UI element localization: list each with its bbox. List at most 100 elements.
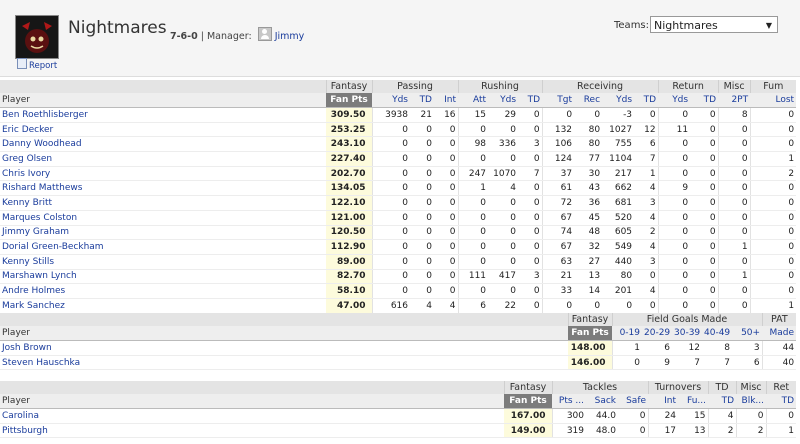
player-link[interactable]: Carolina	[0, 408, 504, 424]
column-header[interactable]: Fan Pts	[568, 326, 612, 341]
column-header[interactable]: Int	[434, 93, 459, 108]
column-header[interactable]: Blk...	[736, 394, 767, 409]
stat-cell: 0	[371, 239, 410, 255]
stat-cell: 12	[634, 122, 659, 138]
table-row: Steven Hauschka 146.00 0 9 7 7 6 40	[0, 355, 797, 371]
column-header[interactable]: 0-19	[612, 326, 642, 341]
player-link[interactable]: Marques Colston	[0, 210, 326, 226]
player-link[interactable]: Chris Ivory	[0, 166, 326, 182]
column-header[interactable]: Yds	[372, 93, 410, 108]
stat-cell: 24	[647, 408, 679, 424]
column-header[interactable]: Pts ...	[552, 394, 586, 409]
stat-cell: 0	[690, 254, 719, 270]
report-link[interactable]: Report	[17, 58, 57, 71]
group-td: TD	[707, 381, 737, 394]
column-header[interactable]: 50+	[732, 326, 763, 341]
stat-cell: 0	[657, 151, 691, 167]
teams-select[interactable]: Nightmares ▼	[650, 16, 778, 33]
stat-cell: 27	[574, 254, 603, 270]
table-row: Chris Ivory 202.70 0 0 0 247 1070 7 37 30 217 1 0 0 0 2	[0, 166, 797, 182]
column-header[interactable]: Att	[458, 93, 489, 108]
player-link[interactable]: Pittsburgh	[0, 423, 504, 439]
stat-cell: 0	[518, 239, 543, 255]
stat-cell: 0	[657, 210, 691, 226]
stat-cell: 201	[602, 283, 635, 299]
column-header[interactable]: Fu...	[678, 394, 709, 409]
stat-cell: 0	[749, 107, 797, 123]
stat-cell: 4	[707, 408, 737, 424]
chevron-down-icon: ▼	[765, 21, 772, 30]
player-link[interactable]: Josh Brown	[0, 340, 568, 356]
player-link[interactable]: Eric Decker	[0, 122, 326, 138]
stat-cell: 0	[657, 298, 691, 314]
column-header[interactable]: Sack	[586, 394, 618, 409]
player-link[interactable]: Kenny Stills	[0, 254, 326, 270]
column-header[interactable]: Safe	[618, 394, 649, 409]
column-header[interactable]: 20-29	[642, 326, 672, 341]
player-link[interactable]: Kenny Britt	[0, 195, 326, 211]
stat-cell: 0	[518, 195, 543, 211]
stat-cell: 12	[672, 340, 702, 356]
stat-cell: 0	[749, 122, 797, 138]
column-header[interactable]: Player	[0, 326, 568, 341]
stat-cell: 11	[657, 122, 691, 138]
player-link[interactable]: Jimmy Graham	[0, 225, 326, 241]
stat-cell: 0	[717, 283, 751, 299]
stat-cell: 13	[574, 269, 603, 285]
stat-cell: 77	[574, 151, 603, 167]
column-header[interactable]: Yds	[488, 93, 519, 108]
stat-cell: 7	[518, 166, 543, 182]
manager-link[interactable]: Jimmy	[275, 31, 305, 42]
stat-cell: 0	[717, 254, 751, 270]
player-link[interactable]: Rishard Matthews	[0, 180, 326, 197]
stat-cell: 0	[371, 210, 410, 226]
column-header[interactable]: Int	[648, 394, 679, 409]
team-logo	[15, 15, 59, 59]
stat-cell: 0	[457, 254, 489, 270]
column-header[interactable]: TD	[518, 93, 543, 108]
player-link[interactable]: Steven Hauschka	[0, 355, 568, 371]
player-link[interactable]: Ben Roethlisberger	[0, 107, 326, 123]
stat-cell: 0	[371, 225, 410, 241]
stat-cell: 6	[457, 298, 489, 314]
player-link[interactable]: Marshawn Lynch	[0, 269, 326, 285]
stat-cell: 0	[541, 107, 575, 123]
column-header[interactable]: Player	[0, 93, 326, 108]
stat-cell: 3	[518, 269, 543, 285]
stat-cell: 0	[717, 195, 751, 211]
stat-cell: 1070	[488, 166, 519, 182]
player-link[interactable]: Danny Woodhead	[0, 136, 326, 153]
player-link[interactable]: Greg Olsen	[0, 151, 326, 167]
column-header[interactable]: TD	[634, 93, 659, 108]
column-header[interactable]: Lost	[750, 93, 797, 108]
column-header[interactable]: 40-49	[702, 326, 732, 341]
defense-body: Carolina 167.00 300 44.0 0 24 15 4 0 0 Pittsburgh 1…	[0, 408, 797, 439]
stat-cell: 0	[457, 151, 489, 167]
column-header[interactable]: TD	[766, 394, 797, 409]
column-header[interactable]: 2PT	[718, 93, 751, 108]
column-header[interactable]: TD	[708, 394, 737, 409]
column-header[interactable]: Rec	[574, 93, 603, 108]
column-header[interactable]: Made	[762, 326, 797, 341]
player-link[interactable]: Dorial Green-Beckham	[0, 239, 326, 255]
stat-cell: 0	[488, 151, 519, 167]
column-header[interactable]: TD	[410, 93, 434, 108]
column-header[interactable]: TD	[690, 93, 719, 108]
report-icon	[17, 58, 27, 69]
column-header[interactable]: 30-39	[672, 326, 702, 341]
stat-cell: 217	[602, 166, 635, 182]
player-link[interactable]: Mark Sanchez	[0, 298, 326, 314]
stat-cell: 2	[707, 423, 737, 439]
column-header[interactable]: Tgt	[542, 93, 575, 108]
stat-cell: 0	[749, 195, 797, 211]
stat-cell: 0	[690, 298, 719, 314]
column-header[interactable]: Fan Pts	[504, 394, 552, 409]
column-header[interactable]: Fan Pts	[326, 93, 372, 108]
player-link[interactable]: Andre Holmes	[0, 283, 326, 299]
teams-label: Teams:	[614, 20, 650, 31]
table-row: Eric Decker 253.25 0 0 0 0 0 0 132 80 1027 12 11 0 0 0	[0, 122, 797, 138]
column-header[interactable]: Player	[0, 394, 504, 409]
column-header[interactable]: Yds	[602, 93, 635, 108]
column-header[interactable]: Yds	[658, 93, 691, 108]
stat-cell: 0	[634, 298, 659, 314]
